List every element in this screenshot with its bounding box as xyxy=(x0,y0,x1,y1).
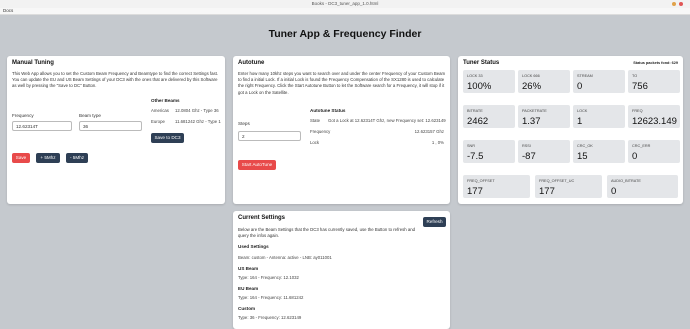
tile-value: 12623.149 xyxy=(632,116,677,127)
custom-title: Custom xyxy=(238,306,256,311)
americas-value: 12.0804 Ghz - Type 36 xyxy=(175,108,219,113)
tile-label: SNR xyxy=(467,144,476,148)
manual-tuning-card: Manual Tuning This Web App allows you to… xyxy=(7,56,225,204)
tile-freq-offset-uc: FREQ_OFFSET_UC 177 xyxy=(535,175,602,198)
frequency-status-label: Frequency xyxy=(310,129,331,134)
tile-value: 15 xyxy=(577,151,588,162)
start-autotune-button[interactable]: Start AutoTune xyxy=(238,160,276,170)
tile-label: FREQ xyxy=(632,109,643,113)
tile-label: LOCK 666 xyxy=(522,74,540,78)
tile-label: TO xyxy=(632,74,638,78)
autotune-card: Autotune Enter how many 10khz steps you … xyxy=(233,56,450,204)
frequency-input[interactable]: 12.62314T xyxy=(12,121,72,131)
tile-value: 0 xyxy=(577,81,583,92)
manual-tuning-title: Manual Tuning xyxy=(12,60,54,66)
save-button[interactable]: Save xyxy=(12,153,30,163)
other-beams-title: Other Beams xyxy=(151,98,180,103)
tile-value: 1.37 xyxy=(522,116,541,127)
tile-value: -7.5 xyxy=(467,151,484,162)
americas-label: Americas xyxy=(151,108,169,113)
state-label: State xyxy=(310,118,321,123)
tile-lock666: LOCK 666 26% xyxy=(518,70,570,93)
autotune-status-title: Autotune Status xyxy=(310,108,346,113)
tuner-status-title: Tuner Status xyxy=(463,60,500,66)
tile-label: FREQ_OFFSET_UC xyxy=(539,179,575,183)
used-settings-value: Beam: custom - Antenna: active - LNB: ay… xyxy=(238,255,332,260)
europe-label: Europe xyxy=(151,119,165,124)
custom-value: Type: 36 - Frequency: 12.623149 xyxy=(238,315,302,320)
state-value: Got a Lock at 12.62314T Ghz, new Frequen… xyxy=(328,118,446,123)
tile-label: PACKETRATE xyxy=(522,109,547,113)
manual-tuning-description: This Web App allows you to set the Custo… xyxy=(12,71,219,89)
current-settings-description: Below are the Beam Settings that the DC3… xyxy=(238,227,415,239)
refresh-button[interactable]: Refresh xyxy=(423,217,446,227)
tile-value: 100% xyxy=(467,81,492,92)
tuner-status-card: Tuner Status Status packets fond: 629 LO… xyxy=(458,56,683,204)
tile-value: 177 xyxy=(539,186,555,197)
tile-label: CRC_OK xyxy=(577,144,593,148)
autotune-description: Enter how many 10khz steps you want to s… xyxy=(238,71,446,95)
window-title: Books - DC3_tuner_app_1.0.html xyxy=(311,1,379,6)
beam-type-label: Beam type xyxy=(79,113,101,118)
tile-value: 2462 xyxy=(467,116,489,127)
tile-label: FREQ_OFFSET xyxy=(467,179,495,183)
beam-type-input[interactable]: 36 xyxy=(79,121,142,131)
tile-snr: SNR -7.5 xyxy=(463,140,515,163)
tile-value: 0 xyxy=(611,186,617,197)
app-title: Tuner App & Frequency Finder xyxy=(268,28,422,40)
tile-lock: LOCK 1 xyxy=(573,105,625,128)
tile-crc-err: CRC_ERR 0 xyxy=(628,140,680,163)
eu-beam-value: Type: 164 - Frequency: 11.681242 xyxy=(238,295,304,300)
tile-label: STREAM xyxy=(577,74,593,78)
tile-value: 26% xyxy=(522,81,542,92)
us-beam-title: US Beam xyxy=(238,266,259,271)
tile-rssi: RSSI -87 xyxy=(518,140,570,163)
autotune-title: Autotune xyxy=(238,60,265,66)
tile-label: CRC_ERR xyxy=(632,144,651,148)
tile-value: 756 xyxy=(632,81,648,92)
used-settings-title: Used Settings xyxy=(238,244,269,249)
current-settings-title: Current Settings xyxy=(238,215,286,221)
tile-value: -87 xyxy=(522,151,536,162)
lock-status-value: 1 , 0% xyxy=(431,140,444,145)
tile-stream: STREAM 0 xyxy=(573,70,625,93)
us-beam-value: Type: 164 - Frequency: 12.1032 xyxy=(238,275,299,280)
tile-crc-ok: CRC_OK 15 xyxy=(573,140,625,163)
tile-audio-bitrate: AUDIO_BITRATE 0 xyxy=(607,175,678,198)
tile-label: LOCK xyxy=(577,109,588,113)
eu-beam-title: EU Beam xyxy=(238,286,259,291)
status-packets-count: Status packets fond: 629 xyxy=(633,61,678,65)
steps-label: Steps xyxy=(238,121,250,126)
tile-packetrate: PACKETRATE 1.37 xyxy=(518,105,570,128)
tile-freq: FREQ 12623.149 xyxy=(628,105,680,128)
europe-value: 11.681242 Ghz - Type 164 xyxy=(175,119,221,124)
tile-label: BITRATE xyxy=(467,109,483,113)
tile-value: 0 xyxy=(632,151,638,162)
menubar: Docs xyxy=(0,8,690,15)
tile-lock33: LOCK 33 100% xyxy=(463,70,515,93)
tile-value: 177 xyxy=(467,186,483,197)
menu-docs[interactable]: Docs xyxy=(3,8,13,14)
tile-label: AUDIO_BITRATE xyxy=(611,179,641,183)
plus-5mhz-button[interactable]: + 5Mhz xyxy=(36,153,60,163)
current-settings-card: Current Settings Refresh Below are the B… xyxy=(233,211,450,329)
tile-freq-offset: FREQ_OFFSET 177 xyxy=(463,175,530,198)
frequency-label: Frequency xyxy=(12,113,34,118)
minus-5mhz-button[interactable]: - 5Mhz xyxy=(66,153,88,163)
tile-value: 1 xyxy=(577,116,583,127)
frequency-status-value: 12.623157 Ghz xyxy=(414,129,444,134)
tile-bitrate: BITRATE 2462 xyxy=(463,105,515,128)
tile-label: LOCK 33 xyxy=(467,74,483,78)
steps-input[interactable]: 2 xyxy=(238,131,301,141)
lock-status-label: Lock xyxy=(310,140,320,145)
tile-label: RSSI xyxy=(522,144,531,148)
tile-to: TO 756 xyxy=(628,70,680,93)
save-to-dc3-button[interactable]: Save to DC3 xyxy=(151,133,184,143)
